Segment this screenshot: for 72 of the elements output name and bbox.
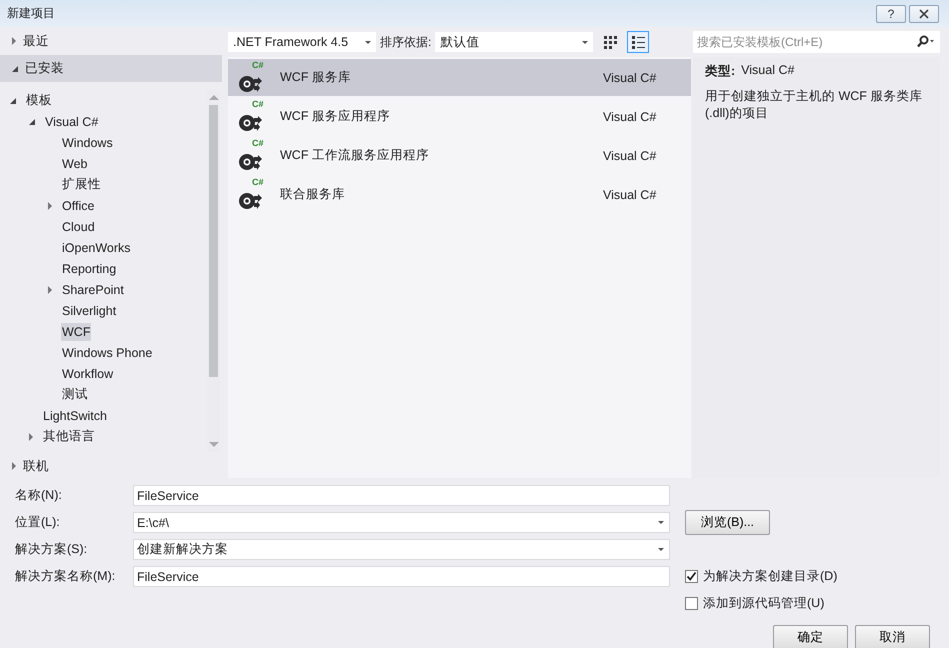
grid-icon xyxy=(603,35,618,49)
tree-item[interactable]: iOpenWorks xyxy=(61,238,132,256)
template-item[interactable]: C# 联合服务库 Visual C# xyxy=(228,176,691,213)
nav-section[interactable]: 最近 xyxy=(0,29,222,53)
language-label: C# xyxy=(252,60,264,70)
tree-item[interactable]: Reporting xyxy=(61,260,118,278)
template-language: Visual C# xyxy=(603,110,658,124)
search-icon xyxy=(916,35,936,49)
tree-item[interactable]: Cloud xyxy=(61,218,96,236)
template-item[interactable]: C# WCF 工作流服务应用程序 Visual C# xyxy=(228,137,691,174)
tree-item[interactable]: 其他语言 xyxy=(42,426,96,447)
search-field[interactable]: 搜索已安装模板(Ctrl+E) xyxy=(693,31,912,53)
language-label: C# xyxy=(252,99,264,109)
checkbox-label: 添加到源代码管理(U) xyxy=(703,595,824,612)
sort-dropdown[interactable]: 默认值 xyxy=(435,32,594,52)
template-name: WCF 服务应用程序 xyxy=(280,108,391,125)
checkbox[interactable] xyxy=(685,570,698,583)
ok-button[interactable]: 确定 xyxy=(773,625,848,648)
template-name: WCF 工作流服务应用程序 xyxy=(280,147,430,164)
tree-item[interactable]: Office xyxy=(61,196,96,214)
tree-item[interactable]: Visual C# xyxy=(44,112,100,130)
tree-item[interactable]: SharePoint xyxy=(61,280,125,298)
tree-item[interactable]: Windows xyxy=(61,134,114,152)
type-value: Visual C# xyxy=(741,63,794,79)
input-field[interactable]: FileService xyxy=(133,485,670,506)
template-item[interactable]: C# WCF 服务应用程序 Visual C# xyxy=(228,98,691,135)
tree-item[interactable]: Workflow xyxy=(61,364,114,382)
list-icon xyxy=(631,35,646,49)
template-name: WCF 服务库 xyxy=(280,69,352,86)
expander-icon[interactable] xyxy=(29,432,33,440)
tree-item[interactable]: LightSwitch xyxy=(42,406,108,424)
expander-icon[interactable] xyxy=(48,202,52,210)
template-item[interactable]: C# WCF 服务库 Visual C# xyxy=(228,59,691,96)
field-label: 解决方案(S): xyxy=(15,541,88,558)
window-title: 新建项目 xyxy=(7,5,55,22)
checkbox-label: 为解决方案创建目录(D) xyxy=(703,568,838,585)
expander-icon[interactable] xyxy=(29,118,35,124)
field-label: 位置(L): xyxy=(15,514,61,531)
sort-label: 排序依据: xyxy=(380,34,432,50)
tree-item[interactable]: 测试 xyxy=(61,384,89,405)
checkbox[interactable] xyxy=(685,597,698,610)
field-label: 名称(N): xyxy=(15,487,63,504)
tree-item[interactable]: Web xyxy=(61,154,88,172)
search-button[interactable] xyxy=(912,31,940,53)
template-description: 用于创建独立于主机的 WCF 服务类库(.dll)的项目 xyxy=(705,88,924,122)
expander-icon[interactable] xyxy=(48,286,52,294)
template-name: 联合服务库 xyxy=(280,186,346,203)
template-language: Visual C# xyxy=(603,148,658,162)
tree-item[interactable]: Windows Phone xyxy=(61,344,154,362)
cancel-button[interactable]: 取消 xyxy=(855,625,930,648)
dropdown-field[interactable]: E:\c#\ xyxy=(133,512,670,533)
template-language: Visual C# xyxy=(603,70,658,84)
language-label: C# xyxy=(252,177,264,187)
list-view-button[interactable] xyxy=(627,31,650,53)
close-icon xyxy=(918,8,930,18)
tree-item[interactable]: Silverlight xyxy=(61,302,118,320)
type-label: 类型: xyxy=(705,63,736,80)
framework-dropdown[interactable]: .NET Framework 4.5 xyxy=(228,32,376,52)
language-label: C# xyxy=(252,138,264,148)
help-button[interactable]: ? xyxy=(876,4,906,22)
field-label: 解决方案名称(M): xyxy=(15,568,116,585)
expander-icon[interactable] xyxy=(10,98,16,104)
template-language: Visual C# xyxy=(603,188,658,202)
browse-button[interactable]: 浏览(B)... xyxy=(685,510,770,535)
nav-section[interactable]: 已安装 xyxy=(0,55,222,82)
tree-item[interactable]: WCF xyxy=(61,322,92,340)
dropdown-field[interactable]: 创建新解决方案 xyxy=(133,539,670,560)
input-field[interactable]: FileService xyxy=(133,566,670,587)
close-button[interactable] xyxy=(909,4,939,22)
tree-item[interactable]: 模板 xyxy=(25,90,53,111)
tree-item[interactable]: 扩展性 xyxy=(61,174,102,195)
nav-section[interactable]: 联机 xyxy=(0,454,222,478)
